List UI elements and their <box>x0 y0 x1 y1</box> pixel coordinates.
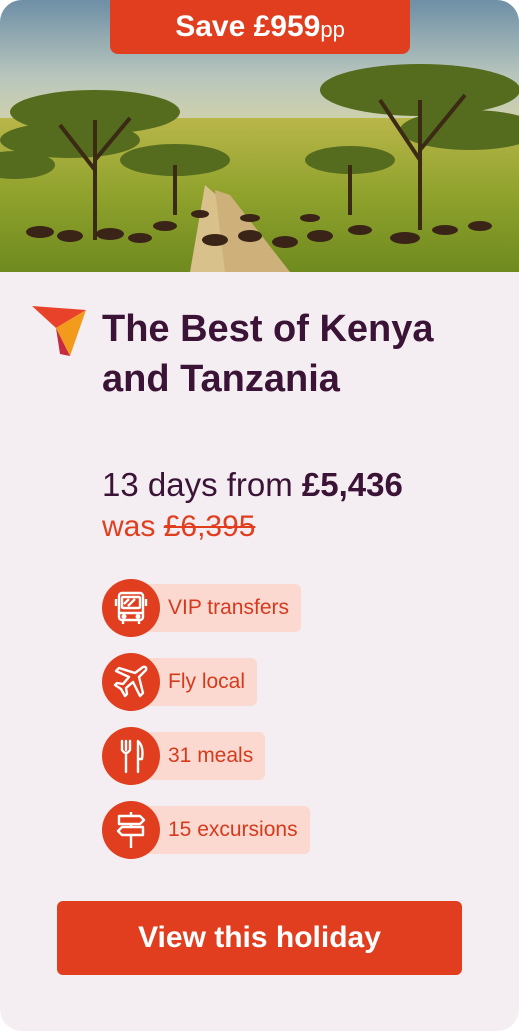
feature-label: VIP transfers <box>168 596 289 619</box>
holiday-card[interactable]: Save £959 pp The Best of Kenya and Tanzan… <box>0 0 519 1031</box>
view-holiday-button[interactable]: View this holiday <box>57 901 462 975</box>
price-line: 13 days from £5,436 <box>102 466 403 504</box>
feature-label: Fly local <box>168 670 246 693</box>
current-price: £5,436 <box>301 466 403 503</box>
feature-label: 15 excursions <box>168 818 298 841</box>
duration-from: 13 days from <box>102 466 293 503</box>
bus-icon <box>102 579 160 637</box>
plane-icon <box>102 653 160 711</box>
per-person-label: pp <box>320 17 345 42</box>
cutlery-icon <box>102 727 160 785</box>
was-price-line: was £6,395 <box>102 510 255 544</box>
brand-arrow-logo <box>30 304 88 358</box>
holiday-title: The Best of Kenya and Tanzania <box>102 308 434 400</box>
signpost-icon <box>102 801 160 859</box>
savings-amount: Save £959 <box>175 10 321 43</box>
savings-banner: Save £959 pp <box>110 0 410 54</box>
original-price: £6,395 <box>163 510 256 543</box>
feature-label: 31 meals <box>168 744 254 767</box>
was-label: was <box>102 510 156 543</box>
